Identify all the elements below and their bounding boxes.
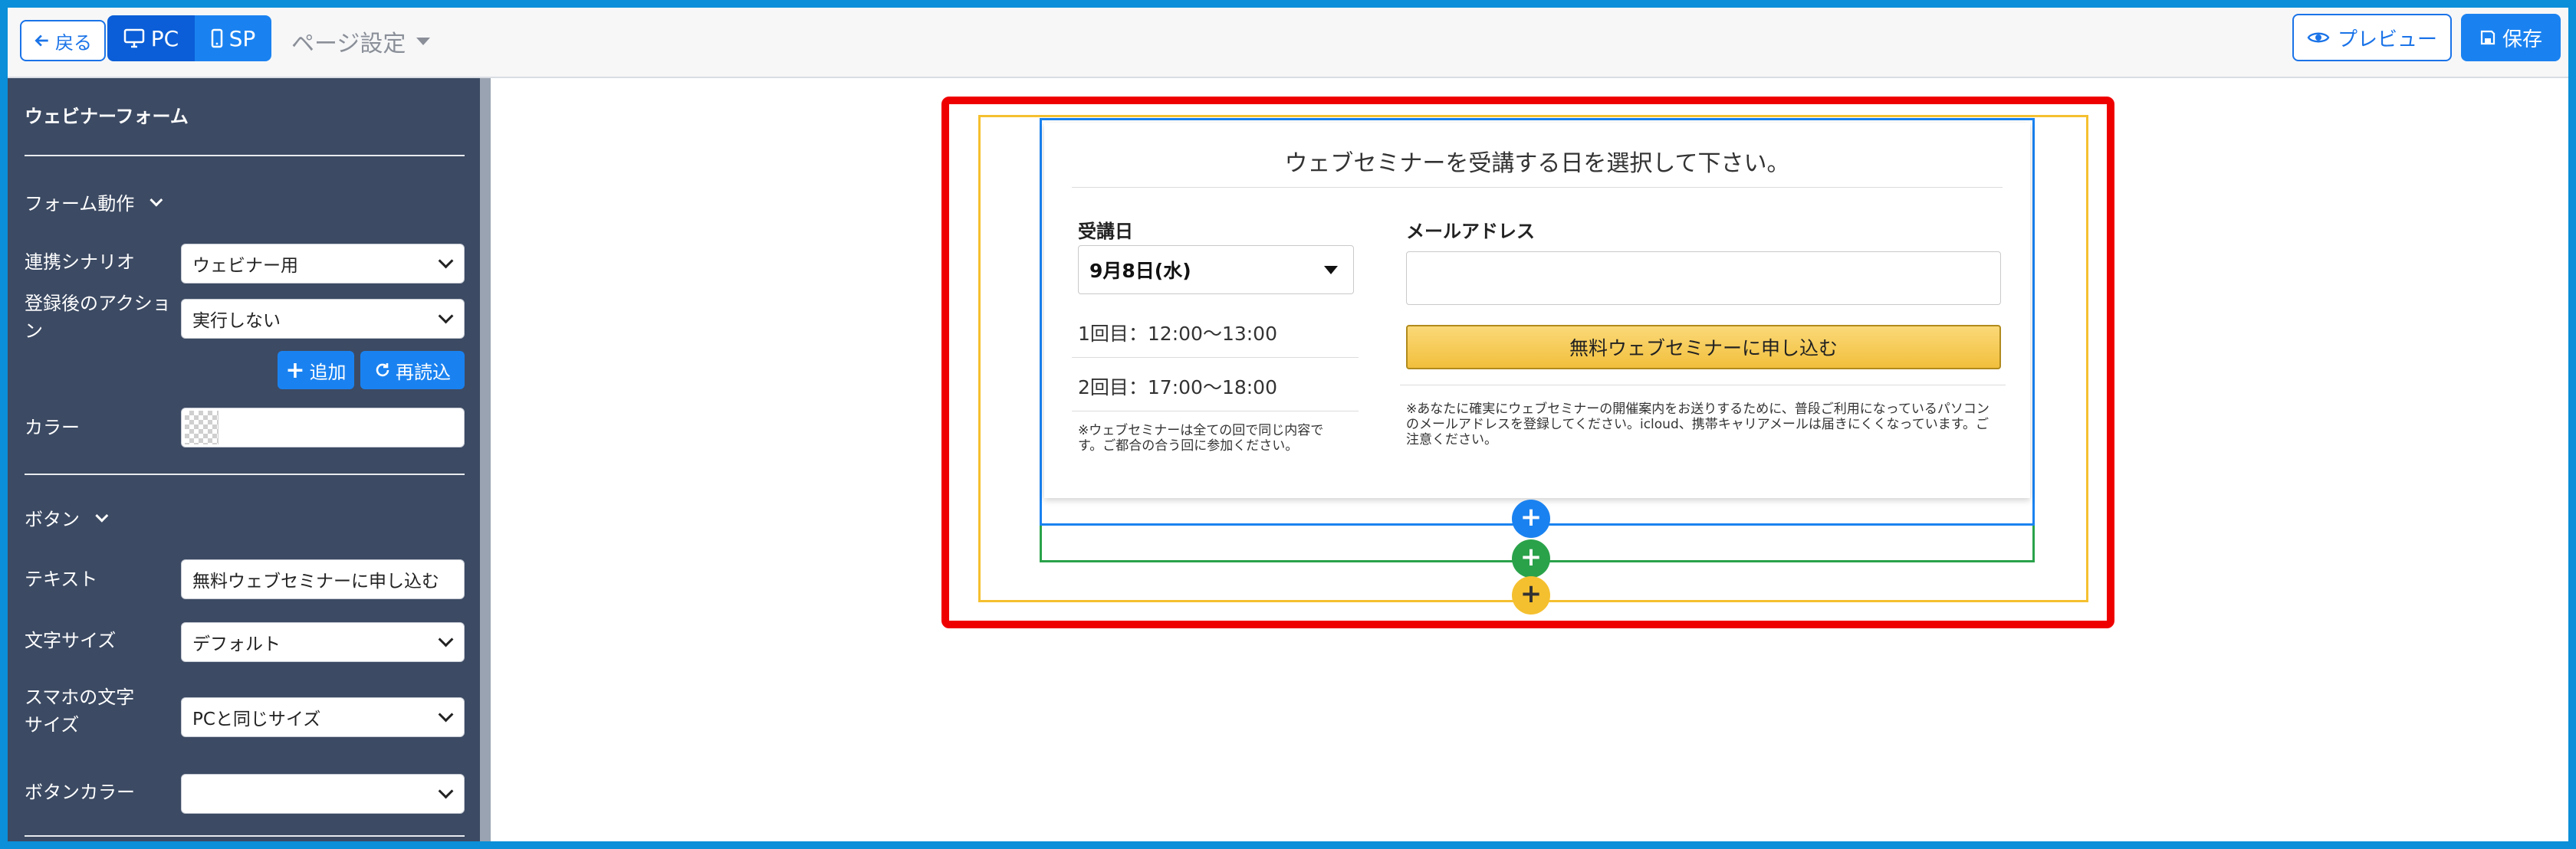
session-1-text: 1回目：12:00〜13:00 xyxy=(1078,323,1277,345)
scenario-select[interactable]: ウェビナー用 xyxy=(181,244,465,284)
form-title: ウェブセミナーを受講する日を選択して下さい。 xyxy=(1284,150,1790,177)
page-settings-label: ページ設定 xyxy=(291,31,406,57)
eye-icon xyxy=(2307,32,2330,43)
sp-font-size-select[interactable]: PCと同じサイズ xyxy=(181,697,465,737)
section-button-label: ボタン xyxy=(25,509,80,530)
chevron-down-icon xyxy=(438,308,454,324)
plus-icon: + xyxy=(285,356,305,384)
font-size-label: 文字サイズ xyxy=(25,630,117,651)
chevron-down-icon xyxy=(438,783,454,799)
button-color-label: ボタンカラー xyxy=(25,782,135,803)
button-color-select[interactable] xyxy=(181,774,465,814)
email-label: メールアドレス xyxy=(1406,221,1535,242)
transparent-swatch-icon xyxy=(185,411,219,444)
device-sp-label: SP xyxy=(228,25,256,51)
reload-icon xyxy=(376,363,389,377)
date-select[interactable]: 9月8日(水) xyxy=(1078,245,1354,294)
apply-webinar-label: 無料ウェブセミナーに申し込む xyxy=(1569,337,1838,359)
add-row-button[interactable]: + xyxy=(1512,539,1550,578)
divider xyxy=(1072,357,1359,358)
caret-down-icon xyxy=(1324,265,1338,274)
chevron-down-icon xyxy=(438,706,454,723)
save-button[interactable]: 保存 xyxy=(2461,14,2561,61)
sp-font-size-value: PCと同じサイズ xyxy=(192,710,321,729)
scenario-value: ウェビナー用 xyxy=(192,256,298,276)
preview-button[interactable]: プレビュー xyxy=(2292,14,2452,61)
device-pc-label: PC xyxy=(150,25,179,51)
webinar-form-card: ウェブセミナーを受講する日を選択して下さい。 受講日 9月8日(水) 1回目：1… xyxy=(1044,123,2030,498)
add-section-button[interactable]: + xyxy=(1512,576,1550,615)
divider xyxy=(25,155,465,156)
date-label: 受講日 xyxy=(1078,221,1133,242)
sp-font-size-label: スマホの文字サイズ xyxy=(25,687,135,736)
save-label: 保存 xyxy=(2502,28,2542,51)
after-action-label: 登録後のアクション xyxy=(25,293,171,342)
caret-down-icon xyxy=(416,38,431,45)
back-label: 戻る xyxy=(55,31,92,54)
font-size-select[interactable]: デフォルト xyxy=(181,622,465,662)
color-picker[interactable] xyxy=(181,408,465,447)
scenario-label: 連携シナリオ xyxy=(25,251,135,273)
section-form-action-label: フォーム動作 xyxy=(25,193,135,215)
device-pc-button[interactable]: PC xyxy=(107,15,195,61)
divider xyxy=(25,835,465,837)
preview-label: プレビュー xyxy=(2337,28,2437,51)
smartphone-icon xyxy=(211,28,222,48)
apply-webinar-button[interactable]: 無料ウェブセミナーに申し込む xyxy=(1406,325,2001,369)
section-form-action-toggle[interactable]: フォーム動作 xyxy=(25,188,163,215)
chevron-down-icon xyxy=(438,253,454,269)
sidebar-title: ウェビナーフォーム xyxy=(25,106,189,127)
add-button[interactable]: + 追加 xyxy=(278,351,354,389)
back-button[interactable]: 戻る xyxy=(20,20,106,61)
font-size-value: デフォルト xyxy=(192,634,281,654)
page-settings-dropdown[interactable]: ページ設定 xyxy=(291,23,431,60)
arrow-left-icon xyxy=(34,34,48,47)
button-text-input[interactable]: 無料ウェブセミナーに申し込む xyxy=(181,559,465,599)
divider xyxy=(25,474,465,475)
button-text-value: 無料ウェブセミナーに申し込む xyxy=(192,572,439,592)
sidebar-resize-handle[interactable] xyxy=(480,78,491,841)
email-note: ※あなたに確実にウェブセミナーの開催案内をお送りするために、普段ご利用になってい… xyxy=(1406,402,1990,447)
session-2-text: 2回目：17:00〜18:00 xyxy=(1078,376,1277,398)
top-toolbar: 戻る PC SP ページ設定 プレビュー 保存 xyxy=(8,8,2568,78)
text-label: テキスト xyxy=(25,569,98,590)
after-action-value: 実行しない xyxy=(192,311,281,331)
floppy-disk-icon xyxy=(2480,30,2496,45)
chevron-down-icon xyxy=(95,509,109,523)
section-button-toggle[interactable]: ボタン xyxy=(25,504,109,531)
add-label: 追加 xyxy=(309,361,347,383)
session-note: ※ウェブセミナーは全ての回で同じ内容です。ご都合の合う回に参加ください。 xyxy=(1078,423,1324,454)
settings-sidebar: ウェビナーフォーム フォーム動作 連携シナリオ ウェビナー用 登録後のアクション… xyxy=(8,78,491,841)
color-label: カラー xyxy=(25,417,80,438)
device-sp-button[interactable]: SP xyxy=(195,15,271,61)
chevron-down-icon xyxy=(438,631,454,647)
device-toggle: PC SP xyxy=(107,15,271,61)
after-action-select[interactable]: 実行しない xyxy=(181,299,465,339)
date-value: 9月8日(水) xyxy=(1089,260,1191,282)
reload-button[interactable]: 再読込 xyxy=(360,351,465,389)
app-window: 戻る PC SP ページ設定 プレビュー 保存 ウェビナーフォーム フォーム動作… xyxy=(8,8,2568,841)
add-element-button[interactable]: + xyxy=(1512,500,1550,538)
divider xyxy=(1072,187,2003,188)
email-input[interactable] xyxy=(1406,251,2001,305)
monitor-icon xyxy=(123,28,145,48)
chevron-down-icon xyxy=(150,193,163,207)
reload-label: 再読込 xyxy=(396,361,451,383)
